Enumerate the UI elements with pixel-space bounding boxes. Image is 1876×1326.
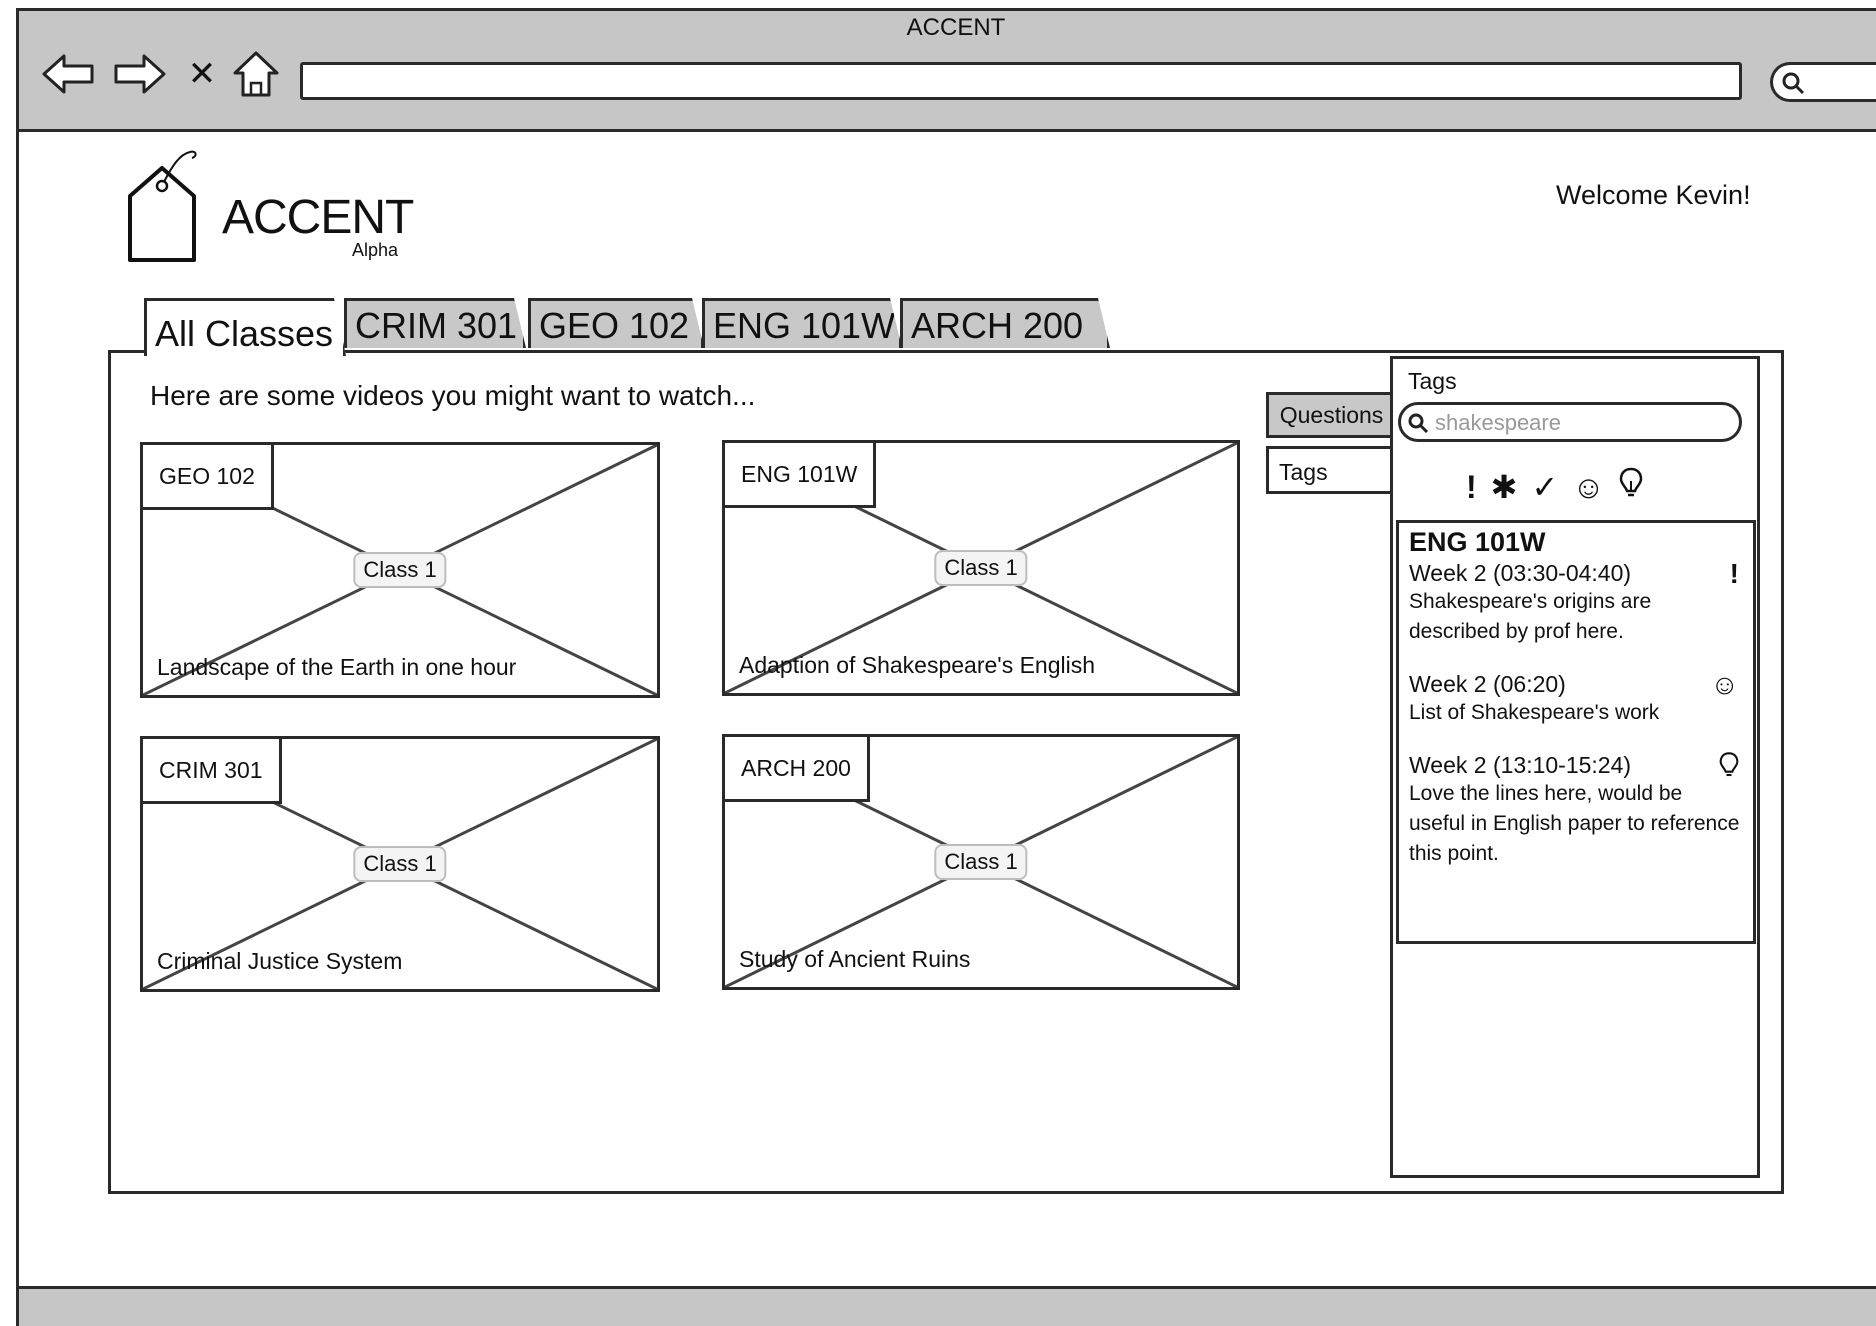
logo-icon (124, 146, 204, 264)
video-title: Study of Ancient Ruins (739, 946, 971, 972)
video-title: Adaption of Shakespeare's English (739, 652, 1096, 678)
side-tab-tags[interactable]: Tags (1266, 446, 1394, 494)
forward-arrow-icon[interactable] (110, 48, 170, 100)
address-bar[interactable] (300, 62, 1742, 100)
brand-name: ACCENT (222, 191, 414, 244)
tab-crim-301[interactable]: CRIM 301 (344, 298, 526, 348)
tag-entry-time: Week 2 (13:10-15:24) (1409, 752, 1632, 778)
tag-entry-time: Week 2 (06:20) (1409, 671, 1566, 697)
lightbulb-icon (1719, 750, 1739, 787)
video-title: Criminal Justice System (157, 948, 403, 974)
video-card-eng-101w[interactable]: ENG 101W Class 1 Adaption of Shakespeare… (722, 440, 1240, 696)
tag-filter-icons: ! ✱ ✓ ☺ (1466, 466, 1706, 508)
course-label: ENG 101W (725, 443, 877, 508)
tag-entry-note: List of Shakespeare's work (1409, 701, 1660, 724)
lightbulb-icon[interactable] (1619, 466, 1643, 508)
tag-entry-time: Week 2 (03:30-04:40) (1409, 560, 1632, 586)
search-icon (1782, 72, 1805, 95)
asterisk-icon[interactable]: ✱ (1491, 468, 1518, 506)
home-icon[interactable] (228, 48, 284, 100)
tab-eng-101w[interactable]: ENG 101W (702, 298, 902, 348)
tag-entry-note: Love the lines here, would be useful in … (1409, 782, 1740, 865)
status-bar (16, 1286, 1876, 1326)
video-title: Landscape of the Earth in one hour (157, 654, 517, 680)
class-label: Class 1 (353, 552, 447, 588)
side-tab-questions[interactable]: Questions (1266, 392, 1394, 438)
tag-results-course: ENG 101W (1409, 527, 1546, 557)
tag-entry[interactable]: Week 2 (13:10-15:24) Love the lines here… (1409, 752, 1743, 869)
window-title: ACCENT (906, 14, 1006, 41)
tag-entry-note: Shakespeare's origins are described by p… (1409, 590, 1652, 643)
back-arrow-icon[interactable] (38, 48, 98, 100)
tag-search-field[interactable] (1398, 402, 1742, 442)
welcome-message: Welcome Kevin! (1556, 180, 1751, 210)
class-label: Class 1 (353, 846, 447, 882)
tab-arch-200[interactable]: ARCH 200 (900, 298, 1110, 348)
video-card-crim-301[interactable]: CRIM 301 Class 1 Criminal Justice System (140, 736, 660, 992)
video-card-geo-102[interactable]: GEO 102 Class 1 Landscape of the Earth i… (140, 442, 660, 698)
tags-panel-title: Tags (1408, 368, 1457, 394)
class-label: Class 1 (934, 844, 1028, 880)
check-icon[interactable]: ✓ (1531, 468, 1558, 506)
course-label: ARCH 200 (725, 737, 870, 802)
exclamation-icon[interactable]: ! (1466, 469, 1477, 506)
tab-all-classes[interactable]: All Classes (144, 298, 346, 356)
course-label: CRIM 301 (143, 739, 282, 804)
course-label: GEO 102 (143, 445, 274, 510)
smiley-icon[interactable]: ☺ (1572, 469, 1605, 506)
tag-search-input[interactable] (1433, 407, 1733, 439)
video-card-arch-200[interactable]: ARCH 200 Class 1 Study of Ancient Ruins (722, 734, 1240, 990)
intro-text: Here are some videos you might want to w… (150, 380, 756, 411)
tag-results-list: ENG 101W Week 2 (03:30-04:40)! Shakespea… (1396, 520, 1756, 944)
search-icon (1408, 413, 1429, 434)
exclamation-icon: ! (1729, 558, 1739, 589)
class-label: Class 1 (934, 550, 1028, 586)
tag-entry[interactable]: Week 2 (06:20) ☺ List of Shakespeare's wo… (1409, 669, 1743, 728)
browser-search[interactable] (1770, 62, 1876, 102)
tag-entry[interactable]: Week 2 (03:30-04:40)! Shakespeare's orig… (1409, 558, 1743, 647)
tab-geo-102[interactable]: GEO 102 (528, 298, 704, 348)
brand-subtitle: Alpha (352, 240, 399, 260)
close-icon[interactable]: ✕ (184, 48, 220, 100)
smiley-icon: ☺ (1710, 669, 1739, 700)
